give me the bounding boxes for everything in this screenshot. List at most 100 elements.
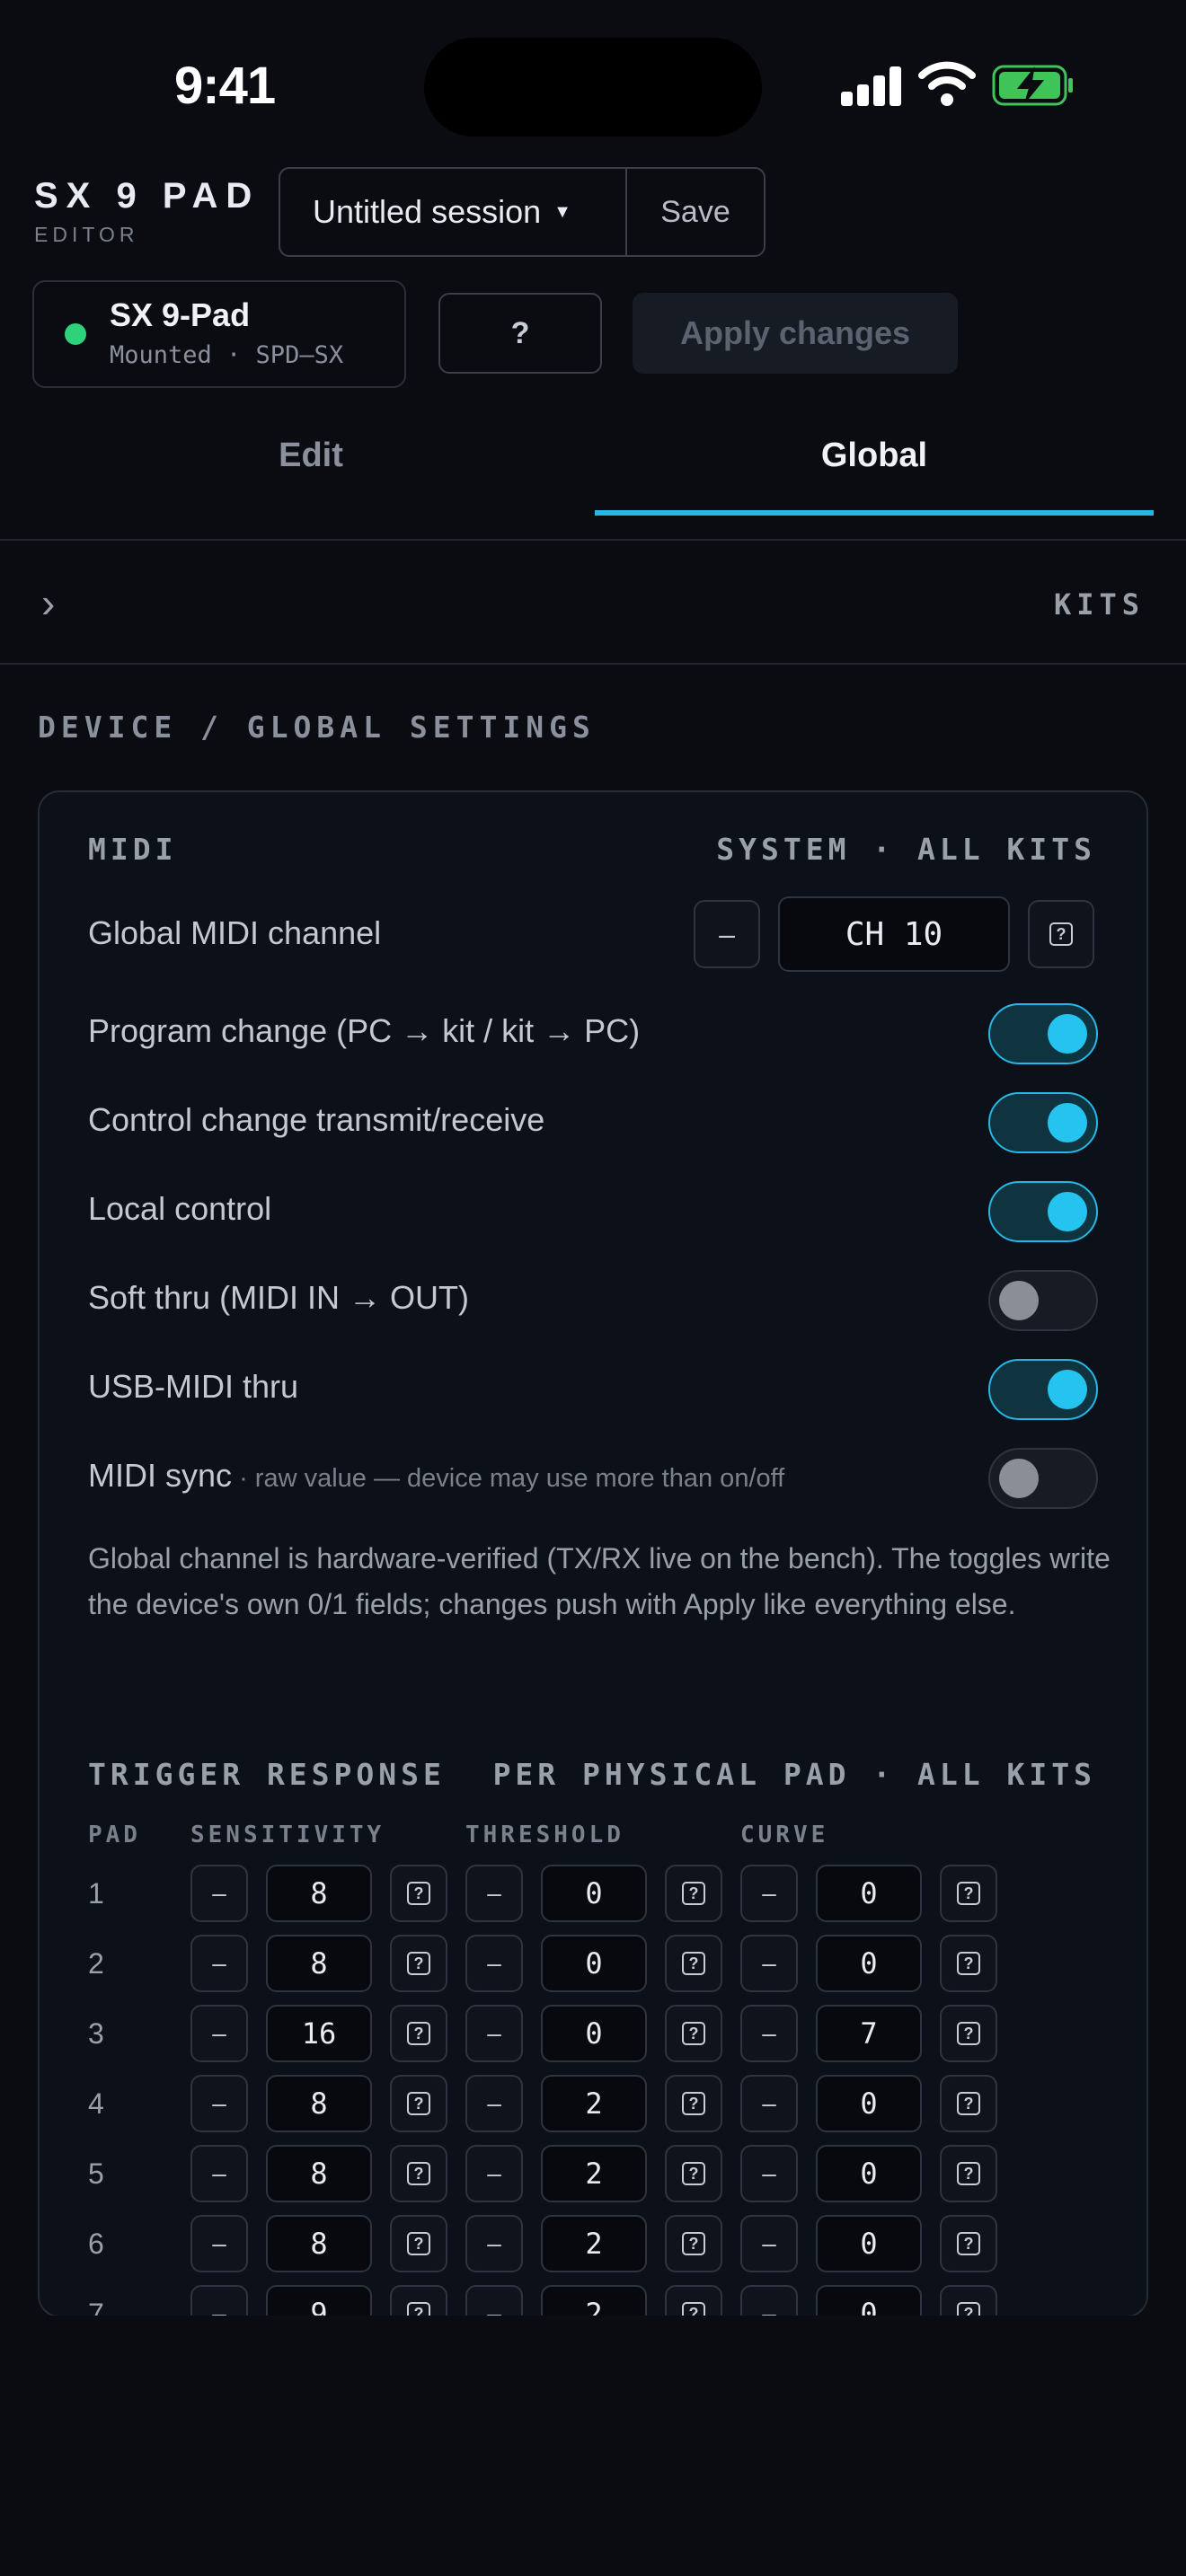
toggle-label-text: USB-MIDI thru xyxy=(88,1368,299,1405)
sensitivity-value[interactable]: 8 xyxy=(266,2075,372,2132)
midi-channel-value[interactable]: CH 10 xyxy=(778,896,1010,972)
pad-number: 1 xyxy=(88,1877,104,1910)
sensitivity-decrement-button[interactable]: – xyxy=(190,2145,248,2202)
help-icon: ? xyxy=(682,2162,705,2185)
sensitivity-help-button[interactable]: ? xyxy=(390,2145,447,2202)
curve-help-button[interactable]: ? xyxy=(940,2145,997,2202)
curve-help-button[interactable]: ? xyxy=(940,1935,997,1992)
sensitivity-decrement-button[interactable]: – xyxy=(190,2075,248,2132)
toggle-switch[interactable] xyxy=(988,1270,1098,1331)
threshold-value[interactable]: 2 xyxy=(541,2145,647,2202)
toggle-label-text: Soft thru (MIDI IN → OUT) xyxy=(88,1279,470,1316)
tab-global[interactable]: Global xyxy=(595,437,1154,475)
curve-value[interactable]: 7 xyxy=(816,2005,922,2062)
sensitivity-help-button[interactable]: ? xyxy=(390,1935,447,1992)
trigger-section-title: TRIGGER RESPONSE xyxy=(88,1757,446,1792)
sensitivity-decrement-button[interactable]: – xyxy=(190,2005,248,2062)
threshold-decrement-button[interactable]: – xyxy=(465,2075,523,2132)
help-icon: ? xyxy=(682,2232,705,2255)
curve-decrement-button[interactable]: – xyxy=(740,2145,798,2202)
help-button[interactable]: ? xyxy=(438,293,602,374)
column-header-pad: PAD xyxy=(88,1822,141,1848)
help-icon: ? xyxy=(407,2162,430,2185)
midi-channel-decrement-button[interactable]: – xyxy=(694,900,760,968)
toggle-switch[interactable] xyxy=(988,1359,1098,1420)
sensitivity-value[interactable]: 16 xyxy=(266,2005,372,2062)
sensitivity-help-button[interactable]: ? xyxy=(390,1865,447,1922)
help-icon: ? xyxy=(957,1882,980,1905)
connection-status-dot-icon xyxy=(65,323,86,345)
threshold-value[interactable]: 2 xyxy=(541,2215,647,2272)
sensitivity-decrement-button[interactable]: – xyxy=(190,2215,248,2272)
curve-help-button[interactable]: ? xyxy=(940,2075,997,2132)
toggle-knob xyxy=(1048,1103,1087,1142)
pad-number: 4 xyxy=(88,2087,104,2120)
curve-value[interactable]: 0 xyxy=(816,1865,922,1922)
curve-decrement-button[interactable]: – xyxy=(740,2075,798,2132)
page-bottom xyxy=(0,2316,1186,2576)
threshold-help-button[interactable]: ? xyxy=(665,1935,722,1992)
help-icon: ? xyxy=(957,2092,980,2115)
toggle-label-text: Control change transmit/receive xyxy=(88,1101,545,1138)
session-name: Untitled session xyxy=(313,193,542,230)
help-icon: ? xyxy=(682,2092,705,2115)
sensitivity-value[interactable]: 8 xyxy=(266,1935,372,1992)
curve-help-button[interactable]: ? xyxy=(940,2215,997,2272)
app-brand: SX 9 PAD xyxy=(34,176,261,216)
threshold-help-button[interactable]: ? xyxy=(665,2005,722,2062)
threshold-value[interactable]: 0 xyxy=(541,2005,647,2062)
threshold-help-button[interactable]: ? xyxy=(665,2215,722,2272)
curve-help-button[interactable]: ? xyxy=(940,2005,997,2062)
curve-value[interactable]: 0 xyxy=(816,2145,922,2202)
pad-number: 6 xyxy=(88,2228,104,2260)
pad-number: 3 xyxy=(88,2017,104,2050)
curve-help-button[interactable]: ? xyxy=(940,1865,997,1922)
threshold-help-button[interactable]: ? xyxy=(665,2075,722,2132)
curve-value[interactable]: 0 xyxy=(816,1935,922,1992)
help-icon: ? xyxy=(407,1952,430,1975)
sensitivity-help-button[interactable]: ? xyxy=(390,2005,447,2062)
sensitivity-help-button[interactable]: ? xyxy=(390,2215,447,2272)
curve-decrement-button[interactable]: – xyxy=(740,1865,798,1922)
toggle-switch[interactable] xyxy=(988,1003,1098,1064)
kits-panel-toggle[interactable]: › KITS xyxy=(0,543,1186,661)
threshold-value[interactable]: 0 xyxy=(541,1865,647,1922)
session-select[interactable]: Untitled session ▼ xyxy=(280,169,627,255)
dynamic-island xyxy=(424,38,762,137)
apply-changes-button[interactable]: Apply changes xyxy=(633,293,958,374)
device-card[interactable]: SX 9-Pad Mounted · SPD–SX xyxy=(32,280,406,388)
threshold-decrement-button[interactable]: – xyxy=(465,2215,523,2272)
sensitivity-decrement-button[interactable]: – xyxy=(190,1865,248,1922)
curve-value[interactable]: 0 xyxy=(816,2215,922,2272)
threshold-value[interactable]: 2 xyxy=(541,2075,647,2132)
column-header-sensitivity: SENSITIVITY xyxy=(190,1822,385,1848)
sensitivity-help-button[interactable]: ? xyxy=(390,2075,447,2132)
curve-decrement-button[interactable]: – xyxy=(740,2215,798,2272)
sensitivity-decrement-button[interactable]: – xyxy=(190,1935,248,1992)
threshold-decrement-button[interactable]: – xyxy=(465,2145,523,2202)
toggle-switch[interactable] xyxy=(988,1181,1098,1242)
sensitivity-value[interactable]: 8 xyxy=(266,2145,372,2202)
toggle-label: Soft thru (MIDI IN → OUT) xyxy=(88,1279,469,1317)
threshold-decrement-button[interactable]: – xyxy=(465,2005,523,2062)
trigger-section-scope: PER PHYSICAL PAD · ALL KITS xyxy=(492,1757,1096,1792)
curve-value[interactable]: 0 xyxy=(816,2075,922,2132)
sensitivity-value[interactable]: 8 xyxy=(266,1865,372,1922)
help-icon: ? xyxy=(957,2232,980,2255)
help-icon: ? xyxy=(682,1882,705,1905)
threshold-decrement-button[interactable]: – xyxy=(465,1935,523,1992)
help-icon: ? xyxy=(682,1952,705,1975)
curve-decrement-button[interactable]: – xyxy=(740,1935,798,1992)
sensitivity-value[interactable]: 8 xyxy=(266,2215,372,2272)
curve-decrement-button[interactable]: – xyxy=(740,2005,798,2062)
tab-edit[interactable]: Edit xyxy=(0,437,622,475)
toggle-switch[interactable] xyxy=(988,1092,1098,1153)
threshold-help-button[interactable]: ? xyxy=(665,1865,722,1922)
save-button[interactable]: Save xyxy=(627,169,764,255)
chevron-right-icon: › xyxy=(41,579,56,626)
midi-channel-help-button[interactable]: ? xyxy=(1028,900,1094,968)
toggle-switch[interactable] xyxy=(988,1448,1098,1509)
threshold-value[interactable]: 0 xyxy=(541,1935,647,1992)
threshold-decrement-button[interactable]: – xyxy=(465,1865,523,1922)
threshold-help-button[interactable]: ? xyxy=(665,2145,722,2202)
